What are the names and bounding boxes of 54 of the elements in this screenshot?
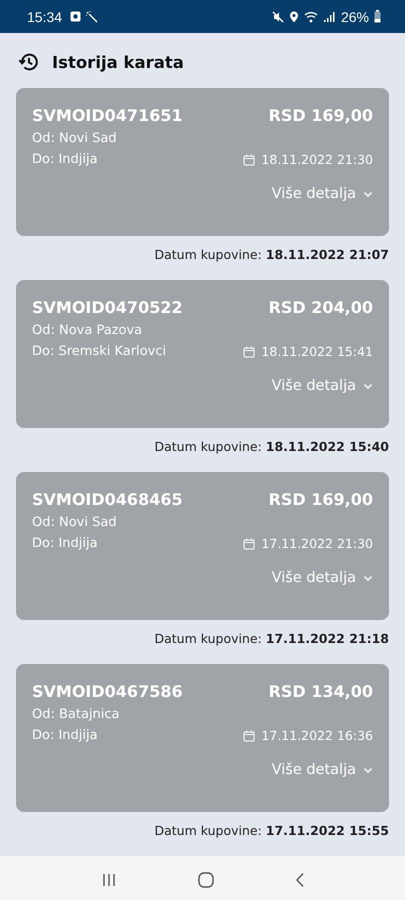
destination-text: Do: Indjija — [32, 152, 98, 167]
chevron-down-icon — [363, 382, 373, 390]
chevron-down-icon — [363, 190, 373, 198]
calendar-icon — [243, 346, 256, 358]
departure-time: 18.11.2022 21:30 — [261, 152, 373, 167]
origin-text: Od: Novi Sad — [32, 131, 117, 146]
chevron-down-icon — [363, 574, 373, 582]
origin-text: Od: Nova Pazova — [32, 323, 142, 338]
ticket-price: RSD 134,00 — [268, 682, 373, 701]
location-icon — [288, 10, 299, 22]
ticket-price: RSD 204,00 — [268, 298, 373, 317]
purchase-date: Datum kupovine: 18.11.2022 15:40 — [154, 439, 389, 454]
departure-time: 17.11.2022 16:36 — [261, 728, 373, 743]
origin-text: Od: Batajnica — [32, 707, 120, 722]
ticket-card[interactable]: SVMOID0470522 RSD 204,00 Od: Nova Pazova Do: Sremski Karlovci 18.11.2022 15:41 Više detalja — [16, 280, 389, 428]
mute-icon — [272, 10, 284, 22]
ticket-id: SVMOID0467586 — [32, 682, 183, 701]
purchase-date: Datum kupovine: 18.11.2022 21:07 — [154, 247, 389, 262]
departure-time: 18.11.2022 15:41 — [261, 344, 373, 359]
ticket-price: RSD 169,00 — [268, 490, 373, 509]
recent-apps-icon[interactable] — [100, 873, 116, 887]
purchase-date: Datum kupovine: 17.11.2022 21:18 — [154, 631, 389, 646]
ticket-price: RSD 169,00 — [268, 106, 373, 125]
calendar-icon — [243, 730, 256, 742]
ticket-id: SVMOID0471651 — [32, 106, 183, 125]
details-button[interactable]: Više detalja — [272, 186, 373, 202]
signal-icon — [322, 10, 335, 22]
back-icon[interactable] — [294, 872, 304, 888]
destination-text: Do: Sremski Karlovci — [32, 344, 166, 359]
calendar-icon — [243, 154, 256, 166]
origin-text: Od: Novi Sad — [32, 515, 117, 530]
battery-icon — [374, 10, 381, 23]
purchase-date: Datum kupovine: 17.11.2022 15:55 — [154, 823, 389, 838]
battery-percent: 26% — [340, 8, 369, 24]
ticket-card[interactable]: SVMOID0471651 RSD 169,00 Od: Novi Sad Do: Indjija 18.11.2022 21:30 Više detalja — [16, 88, 389, 236]
destination-text: Do: Indjija — [32, 536, 98, 551]
details-button[interactable]: Više detalja — [272, 378, 373, 394]
ticket-card[interactable]: SVMOID0468465 RSD 169,00 Od: Novi Sad Do: Indjija 17.11.2022 21:30 Više detalja — [16, 472, 389, 620]
ticket-id: SVMOID0468465 — [32, 490, 183, 509]
chevron-down-icon — [363, 766, 373, 774]
wifi-icon — [304, 10, 318, 22]
destination-text: Do: Indjija — [32, 728, 98, 743]
wand-icon — [86, 10, 98, 22]
ticket-card[interactable]: SVMOID0467586 RSD 134,00 Od: Batajnica Do: Indjija 17.11.2022 16:36 Više detalja — [16, 664, 389, 812]
history-icon — [18, 51, 40, 73]
home-icon[interactable] — [198, 872, 214, 888]
calendar-icon — [243, 538, 256, 550]
details-button[interactable]: Više detalja — [272, 570, 373, 586]
status-time: 15:34 — [27, 8, 62, 24]
page-title: Istorija karata — [52, 52, 184, 72]
ticket-id: SVMOID0470522 — [32, 298, 183, 317]
photo-icon — [70, 11, 82, 22]
details-button[interactable]: Više detalja — [272, 762, 373, 778]
departure-time: 17.11.2022 21:30 — [261, 536, 373, 551]
